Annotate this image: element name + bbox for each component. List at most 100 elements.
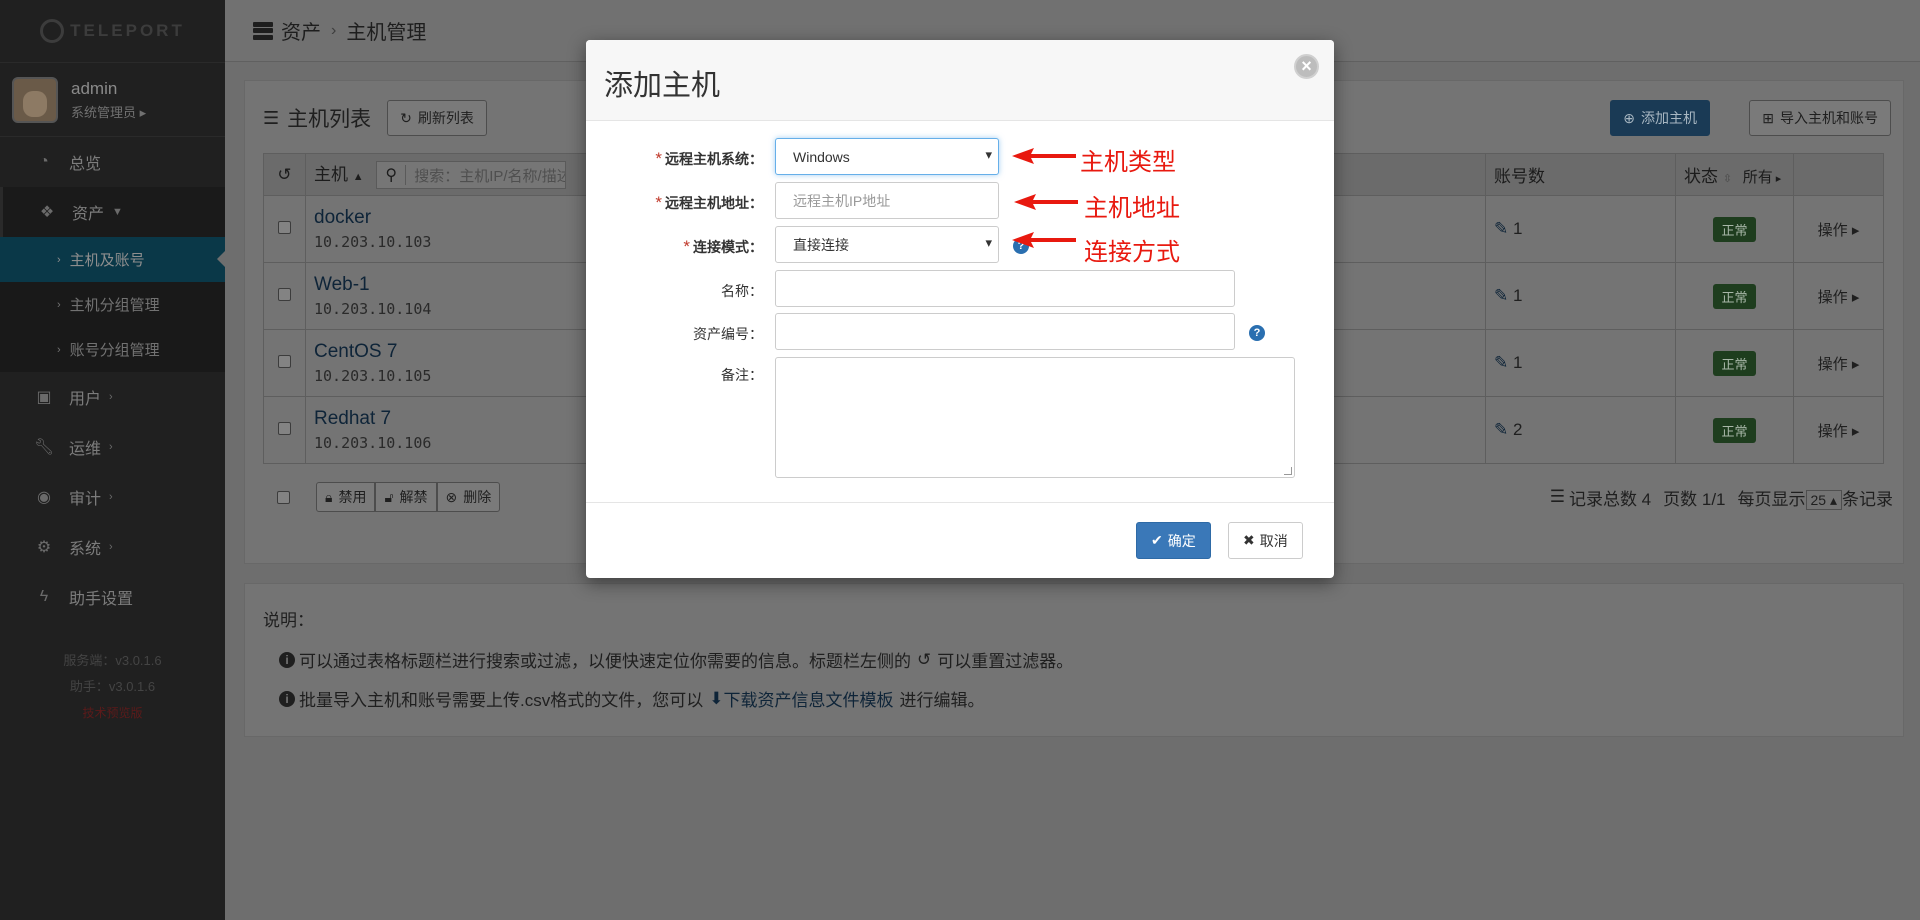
- user-block[interactable]: admin 系统管理员 ▸: [0, 62, 225, 137]
- refresh-icon: ↻: [400, 109, 412, 126]
- mode-select[interactable]: 直接连接: [775, 226, 999, 263]
- logo-mark-icon: [40, 19, 65, 43]
- annotation-host-address: 主机地址: [1084, 194, 1180, 222]
- help-panel: 说明： i 可以通过表格标题栏进行搜索或过滤，以便快速定位你需要的信息。标题栏左…: [244, 583, 1904, 737]
- lock-icon: 🔒︎: [325, 488, 333, 505]
- account-count[interactable]: 1: [1513, 353, 1522, 372]
- nav-assets-label: 资产: [72, 206, 105, 223]
- name-input[interactable]: [775, 270, 1235, 307]
- sidebar-item-host-groups[interactable]: › 主机分组管理: [0, 282, 225, 327]
- app-logo: TELEPORT: [0, 0, 225, 62]
- status-badge: 正常: [1713, 350, 1756, 376]
- chevron-right-icon: ›: [109, 391, 113, 403]
- row-checkbox[interactable]: [278, 288, 291, 301]
- host-list-title: ☰ 主机列表: [263, 107, 372, 132]
- row-checkbox[interactable]: [278, 221, 291, 234]
- nav-system[interactable]: ⚙ 系统 ›: [0, 522, 225, 572]
- address-row: * 远程主机地址： 远程主机IP地址: [586, 182, 1334, 219]
- user-role[interactable]: 系统管理员 ▸: [71, 102, 146, 121]
- help-title: 说明：: [263, 611, 314, 630]
- breadcrumb-root[interactable]: 资产: [281, 16, 321, 45]
- sidebar-item-account-groups[interactable]: › 账号分组管理: [0, 327, 225, 372]
- disable-button[interactable]: 🔒︎ 禁用: [316, 482, 376, 512]
- chevron-right-icon: ›: [57, 343, 61, 356]
- edit-icon[interactable]: ✎: [1494, 286, 1508, 305]
- per-page-select[interactable]: 25 ▴: [1805, 489, 1842, 510]
- select-all-checkbox[interactable]: [277, 490, 290, 504]
- address-input[interactable]: 远程主机IP地址: [775, 182, 999, 219]
- close-icon[interactable]: ×: [1294, 54, 1319, 79]
- sidebar-item-hosts-accounts[interactable]: › 主机及账号: [0, 237, 225, 282]
- ops-menu[interactable]: 操作 ▸: [1818, 423, 1860, 440]
- nav-assistant[interactable]: ϟ 助手设置: [0, 572, 225, 622]
- plus-circle-icon: ⊕: [1623, 109, 1635, 126]
- account-count[interactable]: 2: [1513, 420, 1522, 439]
- user-name: admin: [71, 78, 118, 98]
- account-count[interactable]: 1: [1513, 286, 1522, 305]
- bolt-icon: ϟ: [39, 588, 49, 605]
- help-icon[interactable]: ?: [1249, 325, 1265, 341]
- os-row: * 远程主机系统： Windows: [586, 138, 1334, 175]
- per-page-label: 每页显示: [1737, 489, 1806, 509]
- asset-no-input[interactable]: [775, 313, 1235, 350]
- ops-menu[interactable]: 操作 ▸: [1818, 289, 1860, 306]
- delete-button[interactable]: ⊗ 删除: [436, 482, 501, 512]
- pagination: ☰ 记录总数 4 页数 1/1 每页显示 25 ▴ 条记录: [1550, 485, 1893, 510]
- unlock-button[interactable]: 🔓︎ 解禁: [375, 482, 437, 512]
- nav-audit[interactable]: ◉ 审计 ›: [0, 472, 225, 522]
- resize-handle-icon[interactable]: [1284, 467, 1292, 475]
- search-input[interactable]: ⚲ 搜索：主机IP/名称/描述: [376, 161, 567, 189]
- server-version: 服务端：v3.0.1.6: [63, 653, 162, 668]
- annotation-connect-mode: 连接方式: [1084, 238, 1180, 266]
- nav-users[interactable]: ▣ 用户 ›: [0, 372, 225, 422]
- name-row: 名称：: [586, 270, 1334, 307]
- page-count: 页数 1/1: [1663, 489, 1726, 509]
- import-button[interactable]: ⊞ 导入主机和账号: [1749, 100, 1891, 136]
- help-line-1: i 可以通过表格标题栏进行搜索或过滤，以便快速定位你需要的信息。标题栏左侧的 ↺…: [279, 647, 1885, 672]
- annotation-arrow-icon: [1012, 232, 1076, 248]
- asset-no-label: 资产编号：: [693, 326, 763, 342]
- sort-up-icon[interactable]: ▲: [353, 171, 364, 183]
- undo-icon: ↺: [277, 164, 292, 184]
- annotation-arrow-icon: [1012, 148, 1076, 164]
- nav-dashboard[interactable]: ◔ 总览: [0, 137, 225, 187]
- version-info: 服务端：v3.0.1.6 助手：v3.0.1.6 技术预览版: [0, 648, 225, 726]
- mode-row: *连接模式： 直接连接 ?: [586, 226, 1334, 263]
- times-icon: ✖: [1243, 532, 1255, 548]
- search-icon: ⚲: [377, 165, 407, 185]
- address-label: 远程主机地址：: [665, 195, 763, 211]
- row-checkbox[interactable]: [278, 355, 291, 368]
- account-count[interactable]: 1: [1513, 219, 1522, 238]
- per-page-suffix: 条记录: [1842, 489, 1893, 509]
- status-filter[interactable]: 所有: [1743, 169, 1773, 186]
- download-template-link[interactable]: 下载资产信息文件模板: [723, 686, 893, 711]
- times-circle-icon: ⊗: [445, 488, 458, 505]
- edit-icon[interactable]: ✎: [1494, 219, 1508, 238]
- add-host-button[interactable]: ⊕ 添加主机: [1610, 100, 1710, 136]
- cubes-icon: ❖: [39, 204, 55, 221]
- info-icon: i: [279, 651, 295, 668]
- edit-icon[interactable]: ✎: [1494, 420, 1508, 439]
- row-checkbox[interactable]: [278, 422, 291, 435]
- record-total: 记录总数 4: [1568, 489, 1652, 509]
- nav-assets[interactable]: ❖ 资产 ▼: [0, 187, 225, 237]
- chevron-right-icon: ›: [57, 253, 61, 266]
- wrench-icon: 🔧︎: [33, 439, 55, 456]
- edit-icon[interactable]: ✎: [1494, 353, 1508, 372]
- breadcrumb-separator-icon: ›: [331, 21, 337, 39]
- os-select[interactable]: Windows: [775, 138, 999, 175]
- remark-textarea[interactable]: [775, 357, 1295, 478]
- info-icon: i: [279, 690, 295, 707]
- col-status[interactable]: 状态 ⇳ 所有 ▸: [1675, 153, 1794, 196]
- confirm-button[interactable]: ✔ 确定: [1136, 522, 1211, 559]
- user-card-icon: ▣: [36, 389, 52, 406]
- ops-menu[interactable]: 操作 ▸: [1818, 356, 1860, 373]
- gear-icon: ⚙: [36, 539, 52, 556]
- nav-ops[interactable]: 🔧︎ 运维 ›: [0, 422, 225, 472]
- eye-icon: ◉: [37, 489, 51, 506]
- col-host[interactable]: 主机: [314, 165, 348, 184]
- cancel-button[interactable]: ✖ 取消: [1228, 522, 1303, 559]
- refresh-button[interactable]: ↻ 刷新列表: [387, 100, 487, 136]
- ops-menu[interactable]: 操作 ▸: [1818, 222, 1860, 239]
- reset-filter-header[interactable]: ↺: [263, 153, 306, 196]
